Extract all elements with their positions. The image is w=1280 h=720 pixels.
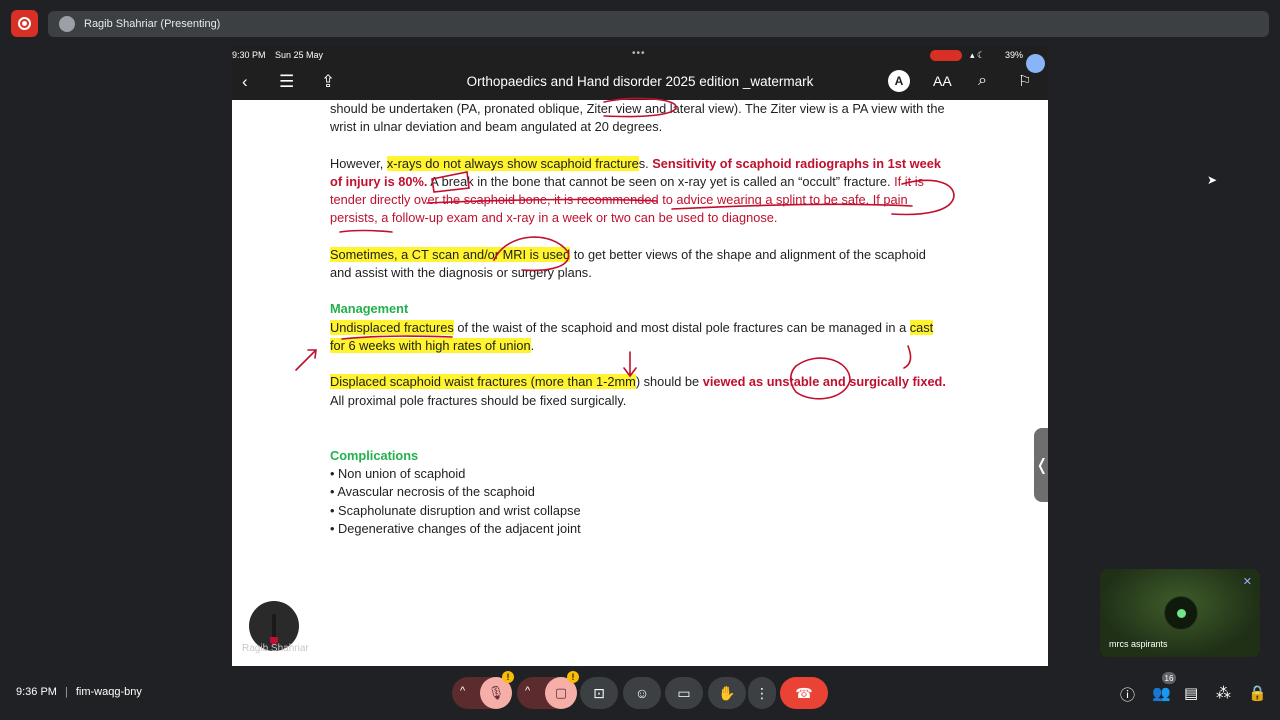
hand-icon: ✋ (718, 684, 736, 701)
highlight-text: Undisplaced fractures (330, 319, 454, 335)
complication-item: • Non union of scaphoid (330, 466, 466, 482)
avatar-dot-icon (1176, 608, 1186, 618)
presenter-label: Ragib Shahriar (242, 643, 309, 654)
paragraph-displaced: Displaced scaphoid waist fractures (more… (330, 373, 950, 410)
leave-call-button[interactable]: ☎ (780, 677, 828, 709)
search-icon[interactable]: ⌕ (978, 72, 987, 90)
participant-name: mrcs aspirants (1109, 639, 1168, 649)
reader-toolbar: ‹ ☰ ⇪ Orthopaedics and Hand disorder 202… (232, 66, 1048, 100)
text: ) should be (635, 374, 703, 390)
text-size-icon[interactable]: AA (933, 73, 952, 89)
camera-off-button[interactable]: ▢! (545, 671, 579, 709)
text: . (530, 337, 535, 353)
status-time: 9:30 PM (232, 50, 266, 60)
info-icon[interactable]: ⓘ (1120, 684, 1135, 705)
warning-icon: ! (567, 671, 579, 683)
warning-icon: ! (502, 671, 514, 683)
red-bold-text: viewed as unstable and surgically fixed. (702, 374, 946, 390)
paragraph-imaging: Sometimes, a CT scan and/or MRI is used … (330, 246, 950, 283)
more-vert-icon: ⋮ (755, 684, 769, 701)
ipad-status-bar: 9:30 PM Sun 25 May ••• ▴ ☾ 39% (232, 46, 1048, 66)
participant-avatar (1164, 596, 1198, 630)
management-heading: Management (330, 301, 409, 317)
side-panel-handle[interactable]: ❬ (1034, 428, 1048, 502)
mic-off-button[interactable]: 🎙! (480, 671, 514, 709)
presenter-name: Ragib Shahriar (Presenting) (84, 18, 221, 30)
mouse-cursor-icon: ➤ (1207, 173, 1218, 187)
chevron-up-icon[interactable]: ^ (460, 685, 465, 697)
annotate-icon[interactable]: A (888, 70, 910, 92)
text: However, (330, 155, 387, 171)
camera-control[interactable]: ^ ▢! (517, 671, 579, 709)
ink-arrow-left (295, 349, 317, 371)
record-icon (18, 17, 31, 30)
participant-tile[interactable]: ✕ mrcs aspirants (1100, 569, 1260, 657)
complication-item: • Avascular necrosis of the scaphoid (330, 484, 535, 500)
activities-icon[interactable]: ⁂ (1216, 684, 1231, 702)
text: All proximal pole fractures should be fi… (330, 392, 627, 408)
highlight-text: Displaced scaphoid waist fractures (more… (330, 374, 636, 390)
screen-record-indicator-icon (930, 50, 962, 61)
microphone-control[interactable]: ^ 🎙! (452, 671, 514, 709)
recording-button[interactable] (11, 10, 38, 37)
raise-hand-button[interactable]: ✋ (708, 677, 746, 709)
captions-button[interactable]: ▭ (665, 677, 703, 709)
complications-heading: Complications (330, 447, 419, 463)
present-icon: ⊡ (593, 684, 605, 701)
document-page: should be undertaken (PA, pronated obliq… (330, 100, 950, 538)
battery-level: 39% (1005, 50, 1024, 60)
end-call-icon: ☎ (795, 684, 813, 701)
emoji-icon: ☺ (634, 685, 650, 701)
status-date: Sun 25 May (275, 50, 324, 60)
meeting-code: fim-waqg-bny (75, 686, 142, 698)
captions-icon: ▭ (677, 684, 691, 701)
host-controls-icon[interactable]: 🔒 (1248, 684, 1267, 702)
reactions-button[interactable]: ☺ (623, 677, 661, 709)
paragraph-management: Undisplaced fractures of the waist of th… (330, 319, 950, 356)
wifi-icon: ▴ ☾ (970, 50, 986, 60)
document-title: Orthopaedics and Hand disorder 2025 edit… (466, 74, 814, 89)
mic-off-icon: ✕ (1242, 576, 1252, 588)
presenter-bar: Ragib Shahriar (Presenting) (48, 11, 1269, 37)
meet-floating-icon[interactable] (1026, 54, 1045, 73)
people-icon[interactable]: 👥 (1152, 684, 1171, 702)
bookmark-icon[interactable]: ⚐ (1018, 72, 1031, 90)
chevron-up-icon[interactable]: ^ (525, 685, 530, 697)
highlight-text: Sometimes, a CT scan and/or MRI is used (330, 246, 571, 262)
divider: | (64, 686, 68, 698)
text: of the waist of the scaphoid and most di… (453, 319, 910, 335)
text: s. (638, 155, 653, 171)
multitask-dots-icon: ••• (632, 48, 646, 59)
complication-item: • Degenerative changes of the adjacent j… (330, 521, 581, 537)
meeting-time: 9:36 PM (16, 686, 57, 698)
present-button[interactable]: ⊡ (580, 677, 618, 709)
shared-screen: 9:30 PM Sun 25 May ••• ▴ ☾ 39% ‹ ☰ ⇪ Ort… (232, 46, 1048, 666)
highlight-text: x-rays do not always show scaphoid fract… (386, 155, 639, 171)
paragraph-views: should be undertaken (PA, pronated obliq… (330, 101, 945, 135)
more-options-button[interactable]: ⋮ (748, 677, 776, 709)
text: A break in the bone that cannot be seen … (427, 173, 895, 189)
presenter-avatar (59, 16, 75, 32)
participant-count-badge: 16 (1162, 672, 1176, 684)
paragraph-sensitivity: However, x-rays do not always show scaph… (330, 155, 950, 228)
pencil-icon (270, 614, 278, 644)
complication-item: • Scapholunate disruption and wrist coll… (330, 502, 581, 518)
chat-icon[interactable]: ▤ (1184, 684, 1198, 702)
meeting-info: 9:36 PM | fim-waqg-bny (16, 686, 142, 698)
